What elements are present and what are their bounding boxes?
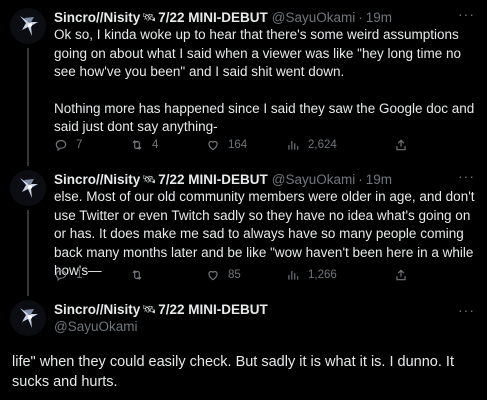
display-name-suffix[interactable]: 7/22 MINI-DEBUT [158, 10, 268, 25]
display-name[interactable]: Sincro//Nisity [54, 172, 140, 187]
share-icon [396, 139, 406, 151]
retweet-button[interactable]: 4 [130, 137, 158, 153]
heart-icon [208, 270, 218, 281]
tweet-header: Sincro//Nisity 🛰 7/22 MINI-DEBUT [54, 300, 268, 318]
tweet-paragraph: Ok so, I kinda woke up to hear that ther… [54, 27, 462, 79]
tweet-header: Sincro//Nisity 🛰 7/22 MINI-DEBUT @SayuOk… [54, 170, 392, 188]
user-handle[interactable]: @SayuOkami [272, 10, 355, 25]
user-handle[interactable]: @SayuOkami [272, 172, 355, 187]
retweet-icon [132, 270, 142, 280]
like-button[interactable]: 85 [206, 267, 241, 283]
display-name-suffix[interactable]: 7/22 MINI-DEBUT [158, 172, 268, 187]
retweet-count: 4 [152, 139, 159, 151]
reply-icon [55, 140, 67, 152]
tweet-actions: 1 85 1,266 [54, 267, 414, 283]
share-button[interactable] [394, 137, 416, 153]
views-icon [288, 270, 299, 280]
views-button[interactable]: 2,624 [286, 137, 337, 153]
display-name[interactable]: Sincro//Nisity [54, 302, 140, 317]
satellite-icon: 🛰 [142, 173, 157, 186]
more-options-icon[interactable]: ··· [458, 168, 475, 184]
separator-dot: · [358, 171, 363, 187]
thread-line [27, 48, 29, 166]
reply-count: 7 [76, 139, 83, 151]
tweet-header: Sincro//Nisity 🛰 7/22 MINI-DEBUT @SayuOk… [54, 8, 392, 26]
display-name[interactable]: Sincro//Nisity [54, 10, 140, 25]
avatar[interactable] [10, 300, 46, 336]
tweet-2[interactable]: Sincro//Nisity 🛰 7/22 MINI-DEBUT @SayuOk… [0, 168, 487, 296]
separator-dot: · [358, 9, 363, 25]
like-count: 164 [228, 139, 248, 151]
tweet-paragraph: Nothing more has happened since I said t… [54, 100, 475, 135]
tweet-actions: 7 4 164 2,624 [54, 137, 414, 153]
tweet-text: Ok so, I kinda woke up to hear that ther… [54, 26, 475, 137]
timestamp[interactable]: 19m [366, 172, 392, 187]
more-options-icon[interactable]: ··· [458, 302, 475, 318]
satellite-icon: 🛰 [142, 11, 157, 24]
tweet-text: life" when they could easily check. But … [12, 354, 454, 390]
retweet-button[interactable] [130, 267, 152, 283]
reply-button[interactable]: 1 [54, 267, 82, 283]
more-options-icon[interactable]: ··· [458, 6, 475, 22]
like-button[interactable]: 164 [206, 137, 247, 153]
view-count: 1,266 [308, 269, 337, 281]
thread-line [27, 210, 29, 296]
retweet-icon [132, 140, 142, 150]
avatar[interactable] [10, 170, 46, 206]
view-count: 2,624 [308, 139, 337, 151]
tweet-1[interactable]: Sincro//Nisity 🛰 7/22 MINI-DEBUT @SayuOk… [0, 6, 487, 166]
reply-icon [55, 270, 67, 282]
tweet-3[interactable]: Sincro//Nisity 🛰 7/22 MINI-DEBUT @SayuOk… [0, 298, 487, 398]
reply-count: 1 [76, 269, 83, 281]
display-name-suffix[interactable]: 7/22 MINI-DEBUT [158, 302, 268, 317]
satellite-icon: 🛰 [142, 303, 157, 316]
avatar[interactable] [10, 8, 46, 44]
share-icon [396, 269, 406, 281]
like-count: 85 [228, 269, 241, 281]
views-icon [288, 140, 299, 150]
timestamp[interactable]: 19m [366, 10, 392, 25]
reply-button[interactable]: 7 [54, 137, 82, 153]
heart-icon [208, 140, 218, 151]
user-handle[interactable]: @SayuOkami [54, 319, 137, 334]
share-button[interactable] [394, 267, 416, 283]
views-button[interactable]: 1,266 [286, 267, 337, 283]
